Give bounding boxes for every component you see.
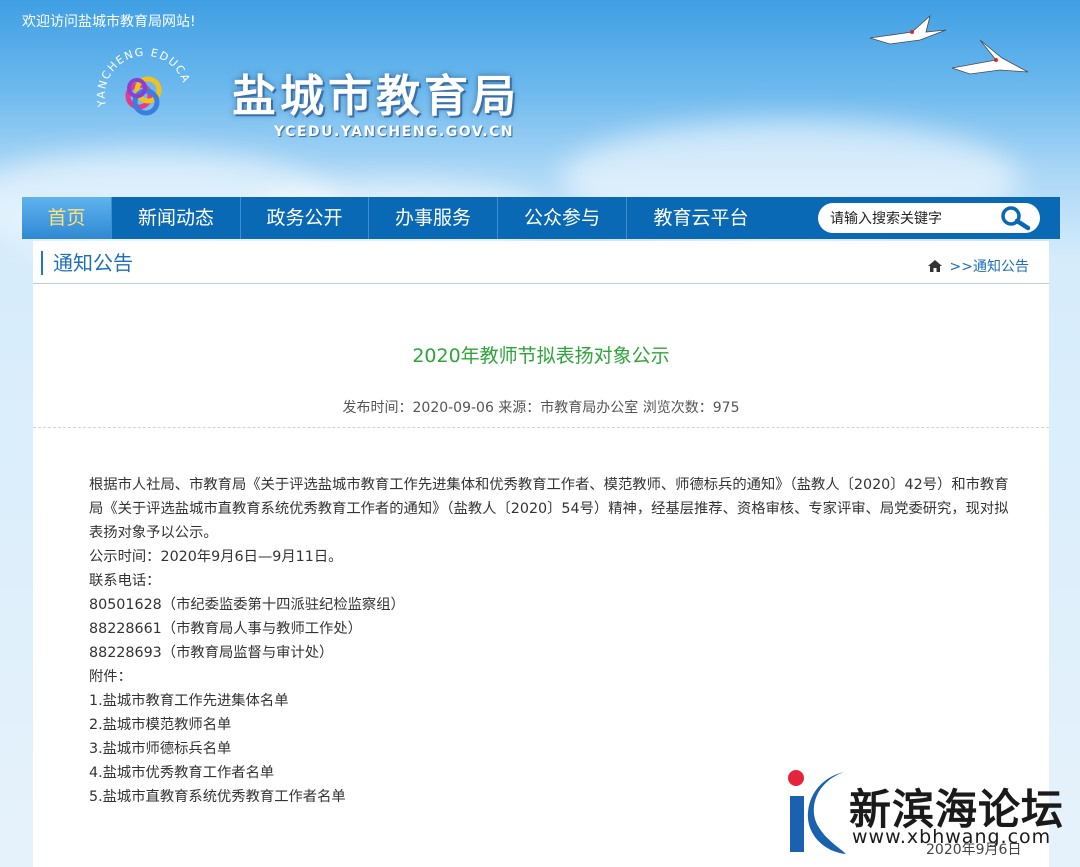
site-domain: YCEDU.YANCHENG.GOV.CN xyxy=(274,124,515,140)
cranes-decoration-icon xyxy=(869,14,1029,75)
site-title: 盐城市教育局 xyxy=(232,71,520,122)
breadcrumb-current[interactable]: 通知公告 xyxy=(973,259,1029,275)
attachment-link[interactable]: 3.盐城市师德标兵名单 xyxy=(61,737,1021,761)
contact-phone: 88228693（市教育局监督与审计处） xyxy=(89,645,334,661)
nav-item-home[interactable]: 首页 xyxy=(22,197,112,239)
welcome-text: 欢迎访问盐城市教育局网站! xyxy=(22,14,196,30)
nav-item-gov-info[interactable]: 政务公开 xyxy=(241,197,369,239)
article-body: 根据市人社局、市教育局《关于评选盐城市教育工作先进集体和优秀教育工作者、模范教师… xyxy=(61,473,1021,809)
attachment-link[interactable]: 2.盐城市模范教师名单 xyxy=(61,713,1021,737)
watermark-date: 2020年9月6日 xyxy=(926,842,1022,858)
section-title: 通知公告 xyxy=(41,251,133,275)
contact-phone: 88228661（市教育局人事与教师工作处） xyxy=(89,621,362,637)
section-header: 通知公告 >>通知公告 xyxy=(33,241,1049,284)
contact-label: 联系电话： xyxy=(89,573,161,589)
attachment-link[interactable]: 1.盐城市教育工作先进集体名单 xyxy=(61,689,1021,713)
main-nav: 首页 新闻动态 政务公开 办事服务 公众参与 教育云平台 xyxy=(22,197,1060,239)
search-icon[interactable] xyxy=(998,205,1032,231)
forum-watermark: 新滨海论坛 www.xbhwang.com 2020年9月6日 xyxy=(784,768,1080,867)
article-intro: 根据市人社局、市教育局《关于评选盐城市教育工作先进集体和优秀教育工作者、模范教师… xyxy=(89,477,1009,541)
forum-logo-icon xyxy=(788,770,846,854)
publicity-period: 公示时间：2020年9月6日—9月11日。 xyxy=(89,549,343,565)
nav-item-services[interactable]: 办事服务 xyxy=(369,197,498,239)
contact-phone: 80501628（市纪委监委第十四派驻纪检监察组） xyxy=(89,597,405,613)
search-box xyxy=(818,203,1040,233)
nav-item-edu-cloud[interactable]: 教育云平台 xyxy=(627,197,775,239)
breadcrumb: >>通知公告 xyxy=(927,256,1029,276)
nav-item-news[interactable]: 新闻动态 xyxy=(112,197,241,239)
attachments-label: 附件： xyxy=(89,669,132,685)
home-icon[interactable] xyxy=(927,260,942,272)
search-input[interactable] xyxy=(828,207,992,231)
article-meta: 发布时间：2020-09-06 来源：市教育局办公室 浏览次数：975 xyxy=(342,400,740,416)
breadcrumb-separator: >> xyxy=(949,259,973,275)
nav-item-participation[interactable]: 公众参与 xyxy=(498,197,627,239)
education-bureau-logo: YANCHENG EDUCATION CHINA xyxy=(96,46,191,116)
divider xyxy=(33,427,1049,428)
article-title: 2020年教师节拟表扬对象公示 xyxy=(412,345,670,367)
